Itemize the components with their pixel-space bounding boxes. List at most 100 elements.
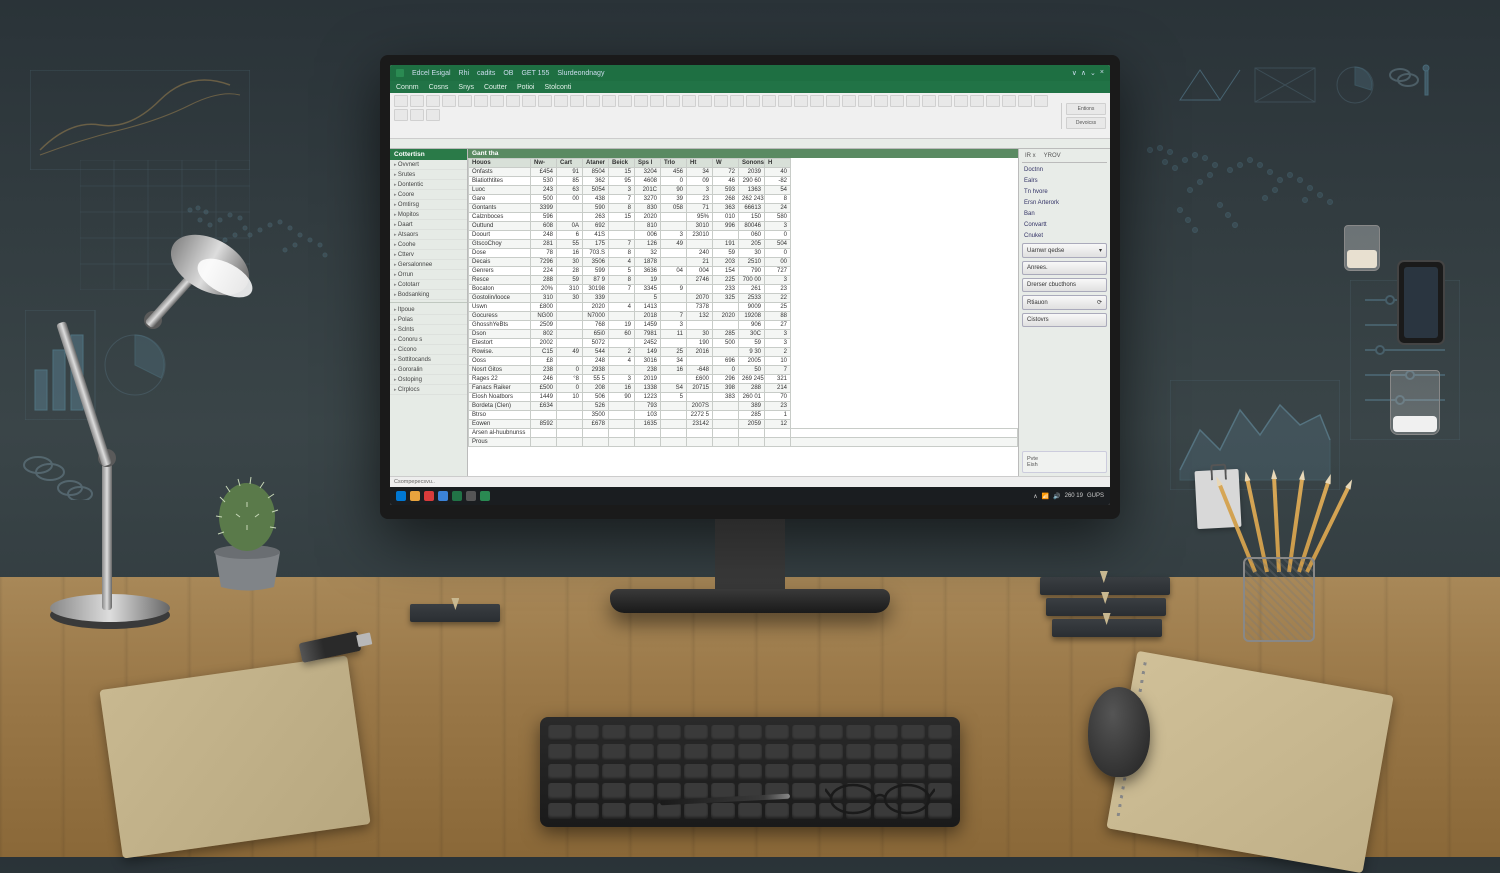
- column-header[interactable]: Trlo: [661, 159, 687, 168]
- nav-item[interactable]: Mopitos: [390, 210, 467, 220]
- cell[interactable]: 004: [687, 267, 713, 276]
- cell[interactable]: 8: [765, 195, 791, 204]
- cell[interactable]: [713, 231, 739, 240]
- ribbon-button[interactable]: [778, 95, 792, 107]
- cell[interactable]: [557, 204, 583, 213]
- ribbon-button[interactable]: [746, 95, 760, 107]
- cell[interactable]: 599: [583, 267, 609, 276]
- cell[interactable]: 80046: [739, 222, 765, 231]
- ribbon-button[interactable]: [826, 95, 840, 107]
- panel-link[interactable]: Cnuket: [1022, 232, 1107, 240]
- ribbon-right-btn-2[interactable]: Devoicss: [1066, 117, 1106, 129]
- ribbon-button[interactable]: [906, 95, 920, 107]
- nav-item[interactable]: Daart: [390, 220, 467, 230]
- cell[interactable]: [661, 402, 687, 411]
- cell[interactable]: 65i0: [583, 330, 609, 339]
- ribbon-button[interactable]: [890, 95, 904, 107]
- cell[interactable]: 49: [557, 348, 583, 357]
- cell[interactable]: 00: [765, 258, 791, 267]
- ribbon-button[interactable]: [714, 95, 728, 107]
- cell[interactable]: 260 01: [739, 393, 765, 402]
- panel-link[interactable]: Convartt: [1022, 221, 1107, 229]
- cell[interactable]: 1363: [739, 186, 765, 195]
- cell[interactable]: 150: [739, 213, 765, 222]
- cell[interactable]: [609, 231, 635, 240]
- cell[interactable]: [687, 438, 713, 447]
- ribbon-button[interactable]: [522, 95, 536, 107]
- cell[interactable]: 103: [635, 411, 661, 420]
- cell[interactable]: 268: [713, 195, 739, 204]
- cell[interactable]: 2059: [739, 420, 765, 429]
- cell[interactable]: 504: [765, 240, 791, 249]
- cell[interactable]: 703.S: [583, 249, 609, 258]
- cell[interactable]: Doourt: [469, 231, 531, 240]
- nav-item[interactable]: Srutes: [390, 170, 467, 180]
- column-header[interactable]: Ataner: [583, 159, 609, 168]
- cell[interactable]: 2533: [739, 294, 765, 303]
- cell[interactable]: 8: [609, 204, 635, 213]
- menu-item[interactable]: Coutter: [484, 84, 507, 91]
- cell[interactable]: 768: [583, 321, 609, 330]
- cell[interactable]: [635, 429, 661, 438]
- cell[interactable]: 5054: [583, 186, 609, 195]
- cell[interactable]: 10: [557, 393, 583, 402]
- cell[interactable]: 190: [687, 339, 713, 348]
- cell[interactable]: [661, 429, 687, 438]
- cell[interactable]: [557, 312, 583, 321]
- cell[interactable]: 23: [765, 402, 791, 411]
- cell[interactable]: 8: [609, 249, 635, 258]
- cell[interactable]: Eowen: [469, 420, 531, 429]
- cell[interactable]: 7: [609, 240, 635, 249]
- cell[interactable]: 55 5: [583, 375, 609, 384]
- cell[interactable]: 224: [531, 267, 557, 276]
- cell[interactable]: £8: [531, 357, 557, 366]
- cell[interactable]: [557, 339, 583, 348]
- cell[interactable]: 996: [713, 222, 739, 231]
- cell[interactable]: 85: [557, 177, 583, 186]
- cell[interactable]: [557, 357, 583, 366]
- ribbon-button[interactable]: [426, 95, 440, 107]
- cell[interactable]: 132: [687, 312, 713, 321]
- cell[interactable]: 010: [713, 213, 739, 222]
- cell[interactable]: [557, 411, 583, 420]
- ribbon-button[interactable]: [874, 95, 888, 107]
- nav-item[interactable]: Itpoue: [390, 305, 467, 315]
- cell[interactable]: [661, 411, 687, 420]
- cell[interactable]: [765, 438, 791, 447]
- cell[interactable]: [661, 276, 687, 285]
- menu-item[interactable]: Stolconti: [544, 84, 571, 91]
- cell[interactable]: 11: [661, 330, 687, 339]
- cell[interactable]: 362: [583, 177, 609, 186]
- cell[interactable]: 34: [661, 357, 687, 366]
- cell[interactable]: 590: [583, 204, 609, 213]
- cell[interactable]: Arsen al-huubnunss: [469, 429, 531, 438]
- nav-item[interactable]: Orrun: [390, 270, 467, 280]
- cell[interactable]: [557, 330, 583, 339]
- cell[interactable]: 2938: [583, 366, 609, 375]
- cell[interactable]: 34: [687, 168, 713, 177]
- cell[interactable]: 70: [765, 393, 791, 402]
- column-header[interactable]: Ht: [687, 159, 713, 168]
- ribbon-button[interactable]: [938, 95, 952, 107]
- taskbar-app-4[interactable]: [466, 491, 476, 501]
- cell[interactable]: 30C: [739, 330, 765, 339]
- nav-item[interactable]: Omtirsg: [390, 200, 467, 210]
- cell[interactable]: 2510: [739, 258, 765, 267]
- cell[interactable]: 0: [765, 231, 791, 240]
- ribbon-button[interactable]: [810, 95, 824, 107]
- ribbon-button[interactable]: [986, 95, 1000, 107]
- cell[interactable]: 203: [713, 258, 739, 267]
- ribbon-button[interactable]: [970, 95, 984, 107]
- ribbon-right-btn-1[interactable]: Entions: [1066, 103, 1106, 115]
- cell[interactable]: C15: [531, 348, 557, 357]
- cell[interactable]: Bocaton: [469, 285, 531, 294]
- cell[interactable]: 3010: [687, 222, 713, 231]
- cell[interactable]: 2039: [739, 168, 765, 177]
- ribbon-button[interactable]: [506, 95, 520, 107]
- cell[interactable]: 269 245: [739, 375, 765, 384]
- cell[interactable]: [635, 438, 661, 447]
- cell[interactable]: 30: [557, 258, 583, 267]
- cell[interactable]: 59: [739, 339, 765, 348]
- cell[interactable]: Outtund: [469, 222, 531, 231]
- cell[interactable]: 16: [609, 384, 635, 393]
